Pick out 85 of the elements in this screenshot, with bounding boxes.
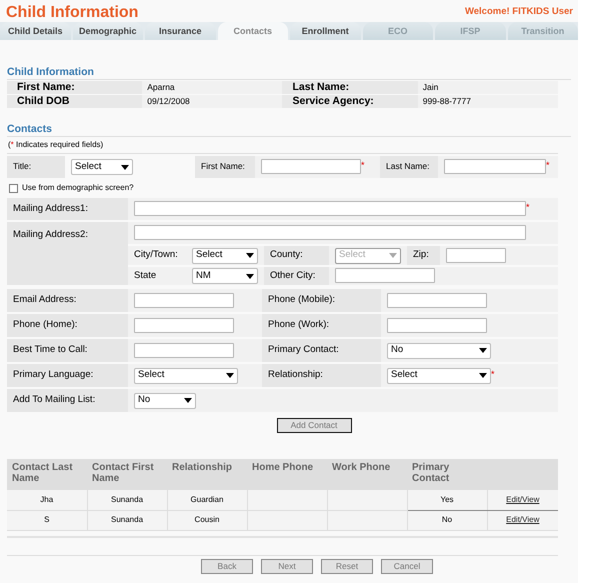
field-label: Last Name:	[292, 81, 350, 93]
column-header: Work Phone	[332, 462, 390, 473]
tab[interactable]: Child Details	[0, 22, 70, 40]
dropdown[interactable]: No	[387, 342, 491, 358]
field-value: 09/12/2008	[147, 96, 190, 106]
tab[interactable]: Demographic	[72, 22, 143, 40]
table-cell: Cousin	[194, 515, 220, 524]
field-value: Aparna	[147, 82, 175, 92]
field-label: Phone (Mobile):	[268, 294, 336, 306]
field-label: Add To Mailing List:	[13, 394, 96, 406]
dropdown[interactable]: Select	[387, 368, 491, 384]
table-cell: Yes	[440, 494, 454, 504]
tab[interactable]: Insurance	[145, 22, 216, 40]
field-label: City/Town:	[134, 249, 178, 260]
field-label: Title:	[13, 160, 32, 171]
dropdown[interactable]: Select	[134, 368, 238, 384]
required-asterisk: *	[361, 160, 365, 170]
field-value: 999-88-7777	[422, 96, 471, 106]
field-label: Last Name:	[386, 160, 430, 171]
table-cell: Sunanda	[110, 515, 144, 524]
field-value: Jain	[422, 82, 438, 92]
required-asterisk: *	[546, 160, 550, 170]
input-field[interactable]	[335, 268, 435, 284]
field-label: First Name:	[201, 160, 245, 171]
field-label: Best Time to Call:	[13, 344, 88, 356]
required-asterisk: *	[526, 202, 530, 212]
input-field[interactable]	[134, 201, 526, 216]
required-note: (* Indicates required fields)	[8, 139, 104, 151]
field-label: Service Agency:	[292, 95, 374, 107]
dropdown[interactable]: Select	[71, 159, 133, 175]
table-cell: S	[44, 515, 50, 524]
input-field[interactable]	[134, 292, 234, 308]
input-field[interactable]	[446, 248, 506, 263]
caret-icon	[184, 398, 192, 403]
field-label: First Name:	[17, 81, 75, 93]
caret-icon	[246, 253, 254, 258]
table-cell: No	[442, 515, 452, 524]
caret-icon	[479, 348, 487, 353]
table-cell: Jha	[40, 494, 54, 504]
checkbox-label: Use from demographic screen?	[22, 182, 134, 194]
caret-icon	[121, 164, 129, 170]
input-field[interactable]	[134, 225, 526, 240]
checkbox[interactable]	[9, 184, 18, 192]
caret-icon	[479, 373, 487, 378]
nav-button[interactable]: Reset	[321, 558, 373, 574]
field-label: Email Address:	[13, 294, 76, 306]
field-label: Phone (Work):	[268, 319, 330, 330]
tab[interactable]: Enrollment	[290, 22, 360, 40]
column-header: Primary Contact	[412, 462, 450, 484]
field-label: Relationship:	[268, 369, 323, 380]
field-label: Zip:	[413, 249, 429, 260]
input-field[interactable]	[134, 318, 234, 333]
dropdown[interactable]: NM	[192, 268, 258, 284]
input-field[interactable]	[387, 318, 487, 333]
column-header: Contact Last Name	[12, 462, 73, 484]
field-label: Mailing Address1:	[13, 202, 88, 214]
field-label: County:	[270, 249, 303, 260]
field-label: Phone (Home):	[13, 319, 78, 330]
field-label: Child DOB	[17, 95, 70, 107]
table-cell: Sunanda	[110, 494, 144, 504]
table-cell: Guardian	[190, 494, 224, 504]
required-asterisk: *	[491, 368, 495, 378]
welcome-text: Welcome! FITKIDS User	[464, 4, 573, 19]
dropdown[interactable]: Select	[192, 248, 258, 264]
field-label: Other City:	[270, 270, 316, 281]
dropdown[interactable]: No	[134, 392, 196, 408]
input-field[interactable]	[444, 159, 546, 174]
field-label: Mailing Address2:	[13, 229, 88, 240]
column-header: Relationship	[172, 462, 232, 473]
field-label: State	[134, 270, 156, 281]
input-field[interactable]	[261, 159, 361, 174]
column-header: Contact First Name	[92, 462, 154, 484]
column-header: Home Phone	[252, 462, 314, 473]
add-contact-button[interactable]: Add Contact	[276, 418, 352, 433]
field-label: Primary Contact:	[268, 344, 339, 356]
caret-icon	[246, 274, 254, 278]
field-label: Primary Language:	[13, 369, 94, 380]
page-title: Child Information	[6, 4, 138, 22]
caret-icon	[389, 253, 397, 258]
section-heading: Contacts	[7, 123, 571, 137]
nav-button[interactable]: Back	[201, 558, 253, 574]
input-field[interactable]	[134, 342, 234, 358]
section-heading: Child Information	[7, 66, 571, 80]
caret-icon	[226, 373, 234, 378]
input-field[interactable]	[387, 292, 487, 308]
